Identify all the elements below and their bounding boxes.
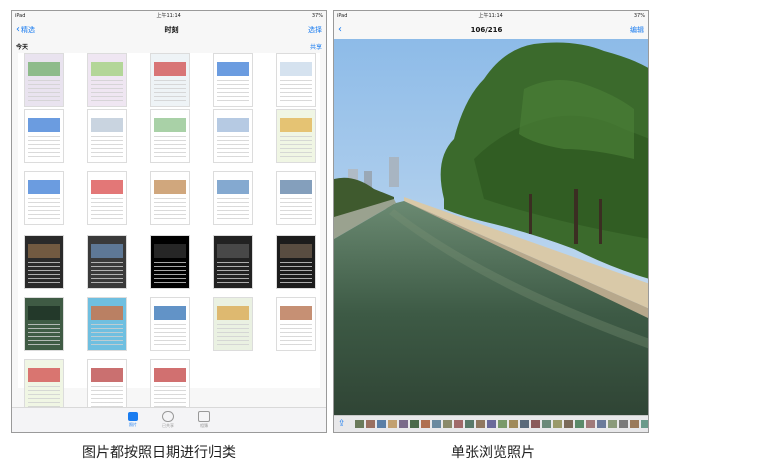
status-bar: iPad 上午11:14 37% bbox=[12, 11, 326, 21]
filmstrip-thumbnail[interactable] bbox=[497, 420, 507, 428]
tab-shared[interactable]: 已共享 bbox=[162, 411, 174, 429]
filmstrip-thumbnail[interactable] bbox=[552, 420, 562, 428]
photo-counter: 106/216 bbox=[470, 26, 503, 34]
photo-thumbnail[interactable] bbox=[150, 53, 190, 107]
tab-photos[interactable]: 照片 bbox=[128, 412, 138, 428]
section-date: 今天 bbox=[16, 43, 29, 51]
filmstrip-thumbnails[interactable] bbox=[354, 420, 648, 428]
back-label: 精选 bbox=[21, 26, 35, 34]
photo-thumbnail[interactable] bbox=[24, 235, 64, 289]
chevron-left-icon: ‹ bbox=[338, 24, 342, 35]
filmstrip-thumbnail[interactable] bbox=[442, 420, 452, 428]
device-name: iPad bbox=[15, 13, 26, 19]
photo-thumbnail[interactable] bbox=[87, 297, 127, 351]
canal-photo bbox=[334, 39, 648, 427]
filmstrip-thumbnail[interactable] bbox=[640, 420, 648, 428]
filmstrip-thumbnail[interactable] bbox=[585, 420, 595, 428]
section-header: 今天 共享 bbox=[12, 39, 326, 53]
photo-thumbnail[interactable] bbox=[87, 235, 127, 289]
filmstrip-thumbnail[interactable] bbox=[398, 420, 408, 428]
page-title: 时刻 bbox=[164, 26, 179, 34]
photo-thumbnail[interactable] bbox=[24, 171, 64, 225]
back-button[interactable]: ‹ bbox=[338, 25, 343, 35]
filmstrip-thumbnail[interactable] bbox=[629, 420, 639, 428]
filmstrip-thumbnail[interactable] bbox=[541, 420, 551, 428]
photo-thumbnail[interactable] bbox=[87, 359, 127, 413]
tab-label: 已共享 bbox=[162, 423, 174, 428]
filmstrip-thumbnail[interactable] bbox=[596, 420, 606, 428]
photo-thumbnail[interactable] bbox=[150, 109, 190, 163]
photos-icon bbox=[128, 412, 138, 421]
photo-thumbnail[interactable] bbox=[150, 235, 190, 289]
share-icon[interactable]: ⇪ bbox=[338, 419, 346, 429]
filmstrip-thumbnail[interactable] bbox=[431, 420, 441, 428]
photo-thumbnail[interactable] bbox=[213, 171, 253, 225]
filmstrip-thumbnail[interactable] bbox=[607, 420, 617, 428]
filmstrip-thumbnail[interactable] bbox=[464, 420, 474, 428]
filmstrip-thumbnail[interactable] bbox=[574, 420, 584, 428]
nav-bar: ‹ 106/216 编辑 bbox=[334, 21, 648, 39]
album-icon bbox=[198, 411, 210, 422]
tab-label: 相簿 bbox=[200, 423, 208, 428]
tab-label: 照片 bbox=[129, 422, 137, 427]
photo-thumbnail[interactable] bbox=[276, 171, 316, 225]
photo-thumbnail[interactable] bbox=[87, 171, 127, 225]
cloud-icon bbox=[162, 411, 174, 422]
caption-right: 单张浏览照片 bbox=[451, 445, 535, 461]
photo-view[interactable] bbox=[334, 39, 648, 427]
photo-thumbnail[interactable] bbox=[87, 53, 127, 107]
photo-thumbnail[interactable] bbox=[24, 297, 64, 351]
photo-thumbnail[interactable] bbox=[213, 235, 253, 289]
filmstrip: ⇪ 🗑 bbox=[334, 415, 648, 432]
photo-grid bbox=[18, 53, 320, 413]
filmstrip-thumbnail[interactable] bbox=[519, 420, 529, 428]
filmstrip-thumbnail[interactable] bbox=[354, 420, 364, 428]
photo-thumbnail[interactable] bbox=[150, 171, 190, 225]
left-ipad-screen: iPad 上午11:14 37% ‹ 精选 时刻 选择 今天 共享 照片 已共享… bbox=[11, 10, 327, 433]
photo-thumbnail[interactable] bbox=[276, 109, 316, 163]
photo-thumbnail[interactable] bbox=[276, 297, 316, 351]
photo-thumbnail[interactable] bbox=[24, 53, 64, 107]
filmstrip-thumbnail[interactable] bbox=[409, 420, 419, 428]
photo-thumbnail[interactable] bbox=[87, 109, 127, 163]
photo-thumbnail[interactable] bbox=[150, 359, 190, 413]
photo-thumbnail[interactable] bbox=[213, 53, 253, 107]
filmstrip-thumbnail[interactable] bbox=[530, 420, 540, 428]
filmstrip-thumbnail[interactable] bbox=[365, 420, 375, 428]
filmstrip-thumbnail[interactable] bbox=[563, 420, 573, 428]
select-button[interactable]: 选择 bbox=[308, 25, 322, 35]
status-bar: iPad 上午11:14 37% bbox=[334, 11, 648, 21]
filmstrip-thumbnail[interactable] bbox=[508, 420, 518, 428]
photo-thumbnail[interactable] bbox=[276, 53, 316, 107]
photo-thumbnail[interactable] bbox=[276, 235, 316, 289]
photo-thumbnail[interactable] bbox=[213, 109, 253, 163]
clock: 上午11:14 bbox=[478, 13, 503, 19]
right-ipad-screen: iPad 上午11:14 37% ‹ 106/216 编辑 ⇪ bbox=[333, 10, 649, 433]
device-name: iPad bbox=[337, 13, 348, 19]
tab-bar: 照片 已共享 相簿 bbox=[12, 407, 326, 432]
caption-left: 图片都按照日期进行归类 bbox=[82, 445, 236, 461]
edit-button[interactable]: 编辑 bbox=[630, 25, 644, 35]
photo-thumbnail[interactable] bbox=[213, 297, 253, 351]
photo-thumbnail[interactable] bbox=[24, 359, 64, 413]
share-button[interactable]: 共享 bbox=[310, 42, 322, 51]
back-button[interactable]: ‹ 精选 bbox=[16, 25, 35, 35]
filmstrip-thumbnail[interactable] bbox=[486, 420, 496, 428]
filmstrip-thumbnail[interactable] bbox=[387, 420, 397, 428]
battery: 37% bbox=[633, 13, 645, 19]
tab-albums[interactable]: 相簿 bbox=[198, 411, 210, 429]
filmstrip-thumbnail[interactable] bbox=[420, 420, 430, 428]
photo-thumbnail[interactable] bbox=[150, 297, 190, 351]
photo-thumbnail[interactable] bbox=[24, 109, 64, 163]
nav-bar: ‹ 精选 时刻 选择 bbox=[12, 21, 326, 39]
battery: 37% bbox=[311, 13, 323, 19]
filmstrip-thumbnail[interactable] bbox=[376, 420, 386, 428]
filmstrip-thumbnail[interactable] bbox=[618, 420, 628, 428]
filmstrip-thumbnail[interactable] bbox=[475, 420, 485, 428]
filmstrip-thumbnail[interactable] bbox=[453, 420, 463, 428]
chevron-left-icon: ‹ bbox=[16, 24, 20, 35]
clock: 上午11:14 bbox=[156, 13, 181, 19]
